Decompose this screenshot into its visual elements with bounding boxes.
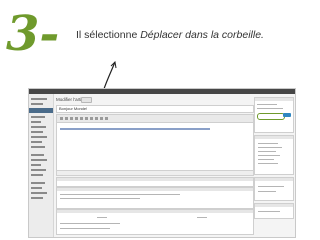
- editor-main: Modifier l'article Bonjour Monde!: [56, 97, 254, 235]
- italic-icon[interactable]: [65, 117, 68, 120]
- ordered-list-icon[interactable]: [80, 117, 83, 120]
- category-item: [258, 143, 278, 144]
- sidebar-item: [31, 159, 47, 161]
- box-header: [255, 98, 293, 101]
- sidebar-item: [31, 98, 47, 100]
- text-line: [60, 228, 110, 229]
- tags-box: [254, 177, 294, 201]
- box-header: [57, 210, 253, 213]
- categories-box: [254, 135, 294, 175]
- text-line: [258, 191, 276, 192]
- sidebar-item: [31, 121, 41, 123]
- custom-fields-box: [56, 209, 254, 235]
- box-header: [255, 178, 293, 181]
- sidebar-item: [31, 174, 43, 176]
- box-header: [57, 178, 253, 181]
- strike-icon[interactable]: [70, 117, 73, 120]
- box-header: [255, 204, 293, 207]
- category-item: [258, 151, 276, 152]
- text-line: [97, 217, 107, 218]
- sidebar-item: [31, 126, 46, 128]
- sidebar-item: [31, 154, 44, 156]
- list-icon[interactable]: [75, 117, 78, 120]
- text-line: [258, 211, 280, 212]
- wordpress-editor-screenshot: Modifier l'article Bonjour Monde!: [28, 88, 296, 238]
- right-column: [254, 97, 294, 235]
- editor-statusbar: [56, 170, 254, 176]
- admin-bar: [29, 89, 295, 94]
- text-line: [257, 108, 283, 109]
- category-item: [258, 155, 280, 156]
- trackbacks-box: [56, 187, 254, 209]
- content-line: [60, 128, 210, 130]
- box-header: [57, 188, 253, 191]
- sidebar-item: [31, 164, 41, 166]
- sidebar-item: [31, 103, 43, 105]
- text-line: [197, 217, 207, 218]
- featured-image-box: [254, 203, 294, 219]
- sidebar-item: [31, 141, 42, 143]
- category-item: [258, 159, 274, 160]
- sidebar-item: [31, 116, 45, 118]
- sidebar-item: [31, 192, 47, 194]
- sidebar-item: [31, 146, 45, 148]
- sidebar-item: [31, 169, 46, 171]
- admin-sidebar: [29, 94, 54, 237]
- content-editor[interactable]: [56, 122, 254, 172]
- category-item: [258, 147, 282, 148]
- post-title-text: Bonjour Monde!: [59, 106, 88, 111]
- post-title-input[interactable]: Bonjour Monde!: [56, 105, 254, 113]
- sidebar-item: [31, 197, 43, 199]
- sidebar-item: [31, 187, 42, 189]
- text-line: [60, 194, 180, 195]
- unlink-icon[interactable]: [100, 117, 103, 120]
- link-icon[interactable]: [95, 117, 98, 120]
- text-line: [60, 198, 140, 199]
- move-to-trash-link[interactable]: [257, 113, 285, 120]
- add-new-button[interactable]: [81, 97, 92, 103]
- quote-icon[interactable]: [85, 117, 88, 120]
- box-header: [255, 136, 293, 139]
- text-line: [258, 186, 284, 187]
- more-icon[interactable]: [105, 117, 108, 120]
- publish-box: [254, 97, 294, 133]
- sidebar-item-active: [29, 108, 53, 113]
- excerpt-box: [56, 177, 254, 187]
- text-line: [60, 223, 120, 224]
- sidebar-item: [31, 136, 47, 138]
- text-line: [257, 104, 277, 105]
- bold-icon[interactable]: [60, 117, 63, 120]
- sidebar-item: [31, 131, 43, 133]
- sidebar-item: [31, 182, 45, 184]
- category-item: [258, 163, 278, 164]
- update-button[interactable]: [283, 113, 291, 117]
- align-icon[interactable]: [90, 117, 93, 120]
